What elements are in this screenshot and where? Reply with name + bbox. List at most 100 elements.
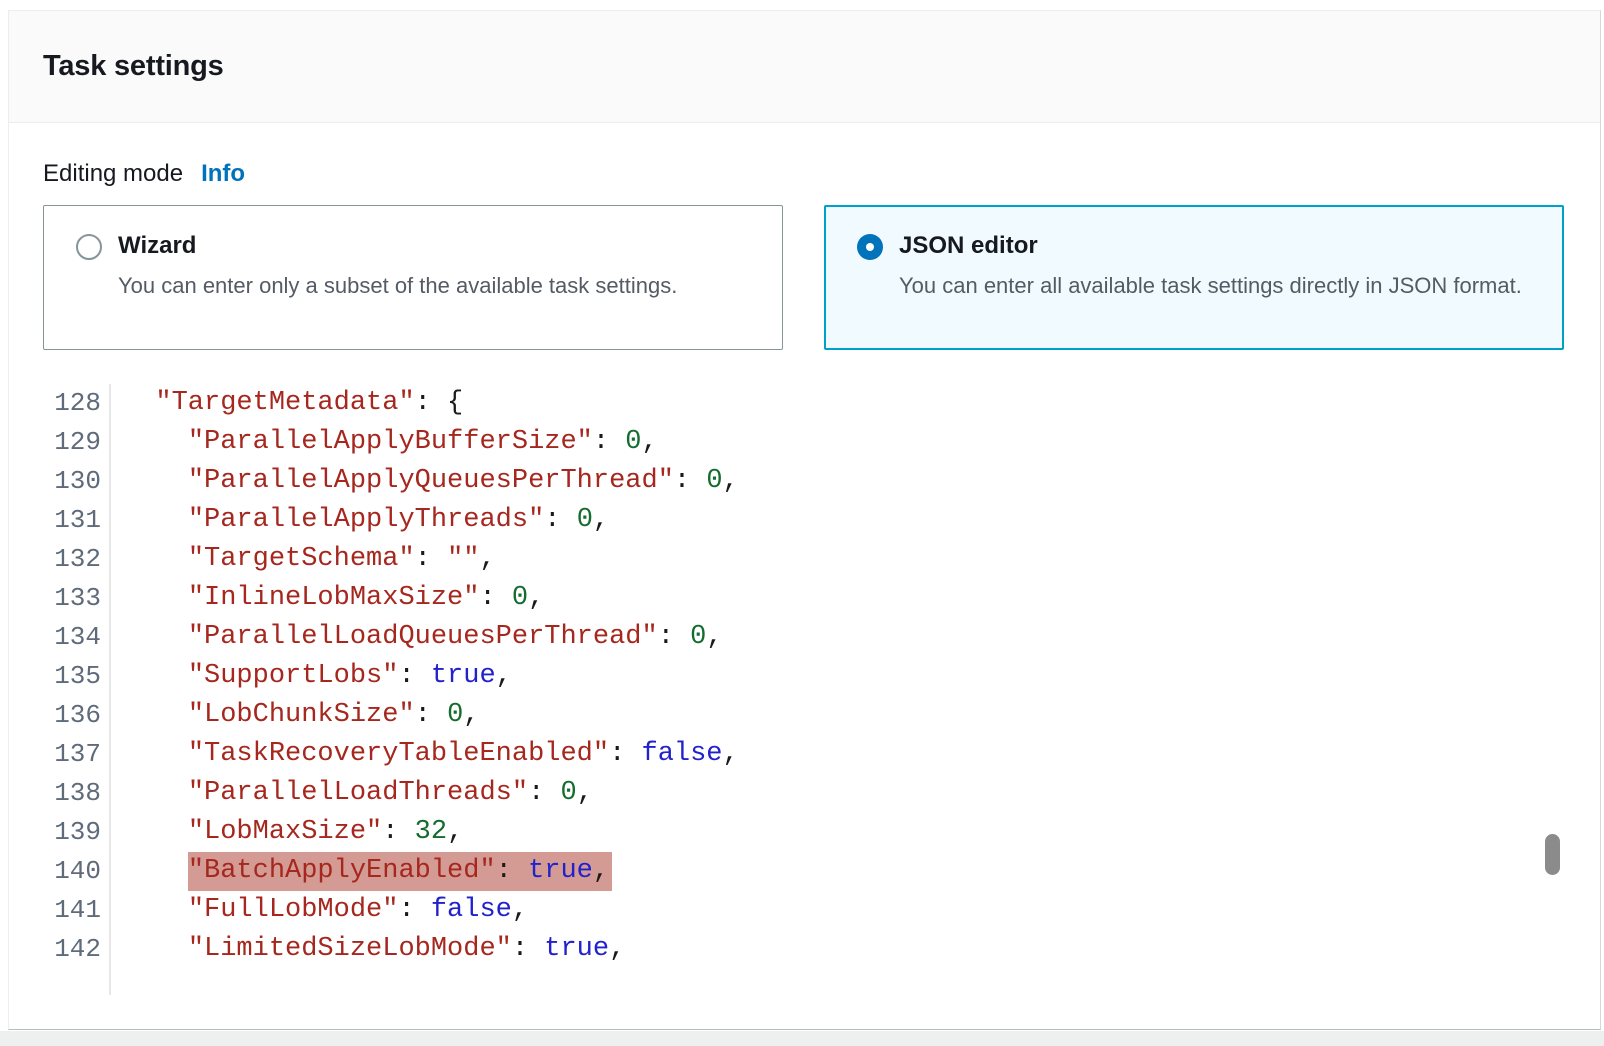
code-token: , — [447, 817, 463, 847]
code-token: 0 — [447, 700, 463, 730]
code-token: 32 — [415, 817, 447, 847]
code-token: : — [544, 505, 576, 535]
code-token: , — [593, 856, 609, 886]
code-line-content: "TargetMetadata": { — [111, 384, 463, 423]
info-link[interactable]: Info — [201, 160, 245, 187]
code-token: "SupportLobs" — [188, 661, 399, 691]
code-line-content: "TargetSchema": "", — [111, 540, 496, 579]
code-token: : — [609, 739, 641, 769]
code-token: "TargetSchema" — [188, 544, 415, 574]
code-token: : — [415, 700, 447, 730]
line-number: 128 — [9, 384, 111, 423]
code-line-content: "LobMaxSize": 32, — [111, 813, 463, 852]
code-line-content: "BatchApplyEnabled": true, — [111, 852, 612, 891]
tile-json-editor-description: You can enter all available task setting… — [899, 270, 1522, 301]
code-line: 131 "ParallelApplyThreads": 0, — [9, 501, 1600, 540]
code-token: "LobChunkSize" — [188, 700, 415, 730]
code-token: true — [528, 856, 593, 886]
code-gutter-pad — [9, 969, 1600, 995]
line-number: 139 — [9, 813, 111, 852]
code-token: : — [496, 856, 528, 886]
code-token: "LobMaxSize" — [188, 817, 382, 847]
tile-wizard-title: Wizard — [118, 231, 677, 261]
code-line: 129 "ParallelApplyBufferSize": 0, — [9, 423, 1600, 462]
code-token: "TaskRecoveryTableEnabled" — [188, 739, 609, 769]
code-line: 128 "TargetMetadata": { — [9, 384, 1600, 423]
line-number: 132 — [9, 540, 111, 579]
tile-wizard-text: Wizard You can enter only a subset of th… — [118, 231, 677, 349]
code-token: 0 — [577, 505, 593, 535]
code-line-content: "InlineLobMaxSize": 0, — [111, 579, 544, 618]
code-token: : — [528, 778, 560, 808]
panel-header: Task settings — [9, 11, 1600, 123]
line-number: 136 — [9, 696, 111, 735]
code-line: 139 "LobMaxSize": 32, — [9, 813, 1600, 852]
code-token: , — [593, 505, 609, 535]
code-line: 134 "ParallelLoadQueuesPerThread": 0, — [9, 618, 1600, 657]
editing-mode-tiles: Wizard You can enter only a subset of th… — [43, 205, 1600, 350]
code-token: : — [512, 934, 544, 964]
code-line-content: "ParallelLoadQueuesPerThread": 0, — [111, 618, 723, 657]
code-line-content: "FullLobMode": false, — [111, 891, 528, 930]
line-number: 137 — [9, 735, 111, 774]
vertical-scrollbar-thumb[interactable] — [1545, 834, 1560, 875]
tile-json-editor-title: JSON editor — [899, 231, 1522, 261]
code-token: 0 — [706, 466, 722, 496]
panel-body: Editing mode Info Wizard You can enter on… — [9, 159, 1600, 995]
code-token: , — [496, 661, 512, 691]
code-token: : — [658, 622, 690, 652]
code-token: "LimitedSizeLobMode" — [188, 934, 512, 964]
code-token: 0 — [512, 583, 528, 613]
code-token: "InlineLobMaxSize" — [188, 583, 480, 613]
code-line-content: "TaskRecoveryTableEnabled": false, — [111, 735, 739, 774]
editing-mode-row: Editing mode Info — [43, 159, 1600, 189]
radio-unselected-icon[interactable] — [76, 234, 102, 260]
code-line: 142 "LimitedSizeLobMode": true, — [9, 930, 1600, 969]
line-number: 138 — [9, 774, 111, 813]
code-token: "" — [447, 544, 479, 574]
code-token: "ParallelApplyQueuesPerThread" — [188, 466, 674, 496]
radio-selected-icon[interactable] — [857, 234, 883, 260]
code-token: : — [674, 466, 706, 496]
code-token: "ParallelLoadQueuesPerThread" — [188, 622, 658, 652]
code-token: 0 — [625, 427, 641, 457]
code-token: , — [512, 895, 528, 925]
code-line: 141 "FullLobMode": false, — [9, 891, 1600, 930]
code-line: 140 "BatchApplyEnabled": true, — [9, 852, 1600, 891]
code-line: 137 "TaskRecoveryTableEnabled": false, — [9, 735, 1600, 774]
code-line: 132 "TargetSchema": "", — [9, 540, 1600, 579]
code-line-content: "ParallelLoadThreads": 0, — [111, 774, 593, 813]
line-number: 130 — [9, 462, 111, 501]
code-token: false — [431, 895, 512, 925]
line-number: 131 — [9, 501, 111, 540]
code-line-content: "SupportLobs": true, — [111, 657, 512, 696]
editing-mode-label: Editing mode — [43, 160, 183, 187]
code-token: 0 — [690, 622, 706, 652]
code-token: "FullLobMode" — [188, 895, 399, 925]
task-settings-panel: Task settings Editing mode Info Wizard Yo… — [8, 10, 1601, 1030]
code-line: 135 "SupportLobs": true, — [9, 657, 1600, 696]
tile-wizard-description: You can enter only a subset of the avail… — [118, 270, 677, 301]
code-token: "ParallelApplyBufferSize" — [188, 427, 593, 457]
code-line: 136 "LobChunkSize": 0, — [9, 696, 1600, 735]
highlighted-code-segment: "BatchApplyEnabled": true, — [188, 852, 612, 891]
code-token: 0 — [560, 778, 576, 808]
line-number: 135 — [9, 657, 111, 696]
page-bottom-strip — [0, 1031, 1604, 1046]
tile-json-editor[interactable]: JSON editor You can enter all available … — [824, 205, 1564, 350]
code-token: : — [398, 895, 430, 925]
code-token: , — [642, 427, 658, 457]
code-line-content: "ParallelApplyThreads": 0, — [111, 501, 609, 540]
tile-wizard[interactable]: Wizard You can enter only a subset of th… — [43, 205, 783, 350]
line-number-empty — [9, 969, 111, 995]
line-number: 142 — [9, 930, 111, 969]
code-token: , — [577, 778, 593, 808]
code-token: , — [528, 583, 544, 613]
code-token: , — [479, 544, 495, 574]
code-token: , — [723, 466, 739, 496]
code-token: , — [706, 622, 722, 652]
code-token: , — [723, 739, 739, 769]
line-number: 140 — [9, 852, 111, 891]
code-token: "BatchApplyEnabled" — [188, 856, 496, 886]
json-code-editor[interactable]: 128 "TargetMetadata": {129 "ParallelAppl… — [9, 384, 1600, 995]
